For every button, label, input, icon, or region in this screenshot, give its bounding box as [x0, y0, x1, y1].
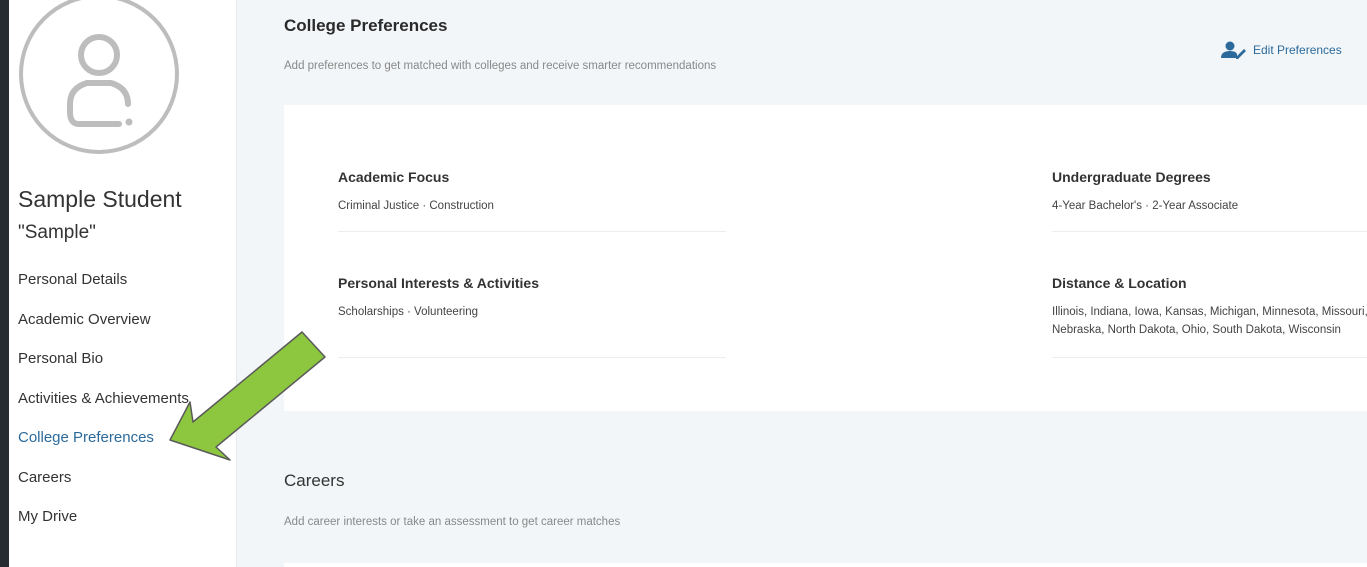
pref-academic-focus-label: Academic Focus	[338, 169, 450, 185]
divider	[338, 231, 726, 232]
student-name: Sample Student	[18, 186, 182, 212]
pref-undergraduate-degrees-value: 4-Year Bachelor's · 2-Year Associate	[1052, 200, 1239, 212]
divider	[338, 357, 726, 358]
student-nickname: "Sample"	[18, 222, 96, 243]
careers-title: Careers	[284, 471, 345, 490]
careers-card	[284, 563, 1367, 567]
avatar	[19, 0, 179, 160]
pref-undergraduate-degrees: Undergraduate Degrees 4-Year Bachelor's …	[1052, 169, 1367, 232]
pref-distance-location: Distance & Location Illinois, Indiana, I…	[1052, 275, 1367, 358]
pref-distance-location-line-1: Illinois, Indiana, Iowa, Kansas, Michiga…	[1052, 306, 1367, 318]
window-edge	[0, 0, 9, 567]
nav-item-careers[interactable]: Careers	[18, 469, 189, 509]
nav-item-my-drive[interactable]: My Drive	[18, 508, 189, 548]
pref-undergraduate-degrees-label: Undergraduate Degrees	[1052, 169, 1211, 185]
pref-personal-interests: Personal Interests & Activities Scholars…	[338, 275, 726, 358]
edit-preferences-label: Edit Preferences	[1253, 43, 1342, 57]
preferences-card: Academic Focus Criminal Justice · Constr…	[284, 105, 1367, 411]
divider	[1052, 357, 1367, 358]
nav-item-personal-bio[interactable]: Personal Bio	[18, 350, 189, 390]
nav-item-activities-achievements[interactable]: Activities & Achievements	[18, 390, 189, 430]
profile-sidebar: Sample Student "Sample" Personal Details…	[9, 0, 237, 567]
pref-personal-interests-label: Personal Interests & Activities	[338, 275, 540, 291]
pref-distance-location-value: Illinois, Indiana, Iowa, Kansas, Michiga…	[1052, 303, 1367, 339]
nav-item-college-preferences[interactable]: College Preferences	[18, 429, 189, 469]
careers-subtitle: Add career interests or take an assessme…	[284, 516, 621, 528]
edit-preferences-button[interactable]: Edit Preferences	[1221, 41, 1342, 59]
nav-item-academic-overview[interactable]: Academic Overview	[18, 311, 189, 351]
profile-nav: Personal Details Academic Overview Perso…	[18, 271, 189, 548]
user-outline-icon	[19, 0, 179, 154]
pref-distance-location-label: Distance & Location	[1052, 275, 1187, 291]
pref-personal-interests-value: Scholarships · Volunteering	[338, 306, 478, 318]
pref-academic-focus: Academic Focus Criminal Justice · Constr…	[338, 169, 726, 232]
divider	[1052, 231, 1367, 232]
college-preferences-title: College Preferences	[284, 16, 448, 35]
main-content: College Preferences Add preferences to g…	[237, 0, 1367, 567]
pref-academic-focus-value: Criminal Justice · Construction	[338, 200, 494, 212]
college-preferences-subtitle: Add preferences to get matched with coll…	[284, 60, 717, 72]
pref-distance-location-line-2: Nebraska, North Dakota, Ohio, South Dako…	[1052, 324, 1341, 336]
user-edit-icon	[1221, 41, 1246, 59]
nav-item-personal-details[interactable]: Personal Details	[18, 271, 189, 311]
